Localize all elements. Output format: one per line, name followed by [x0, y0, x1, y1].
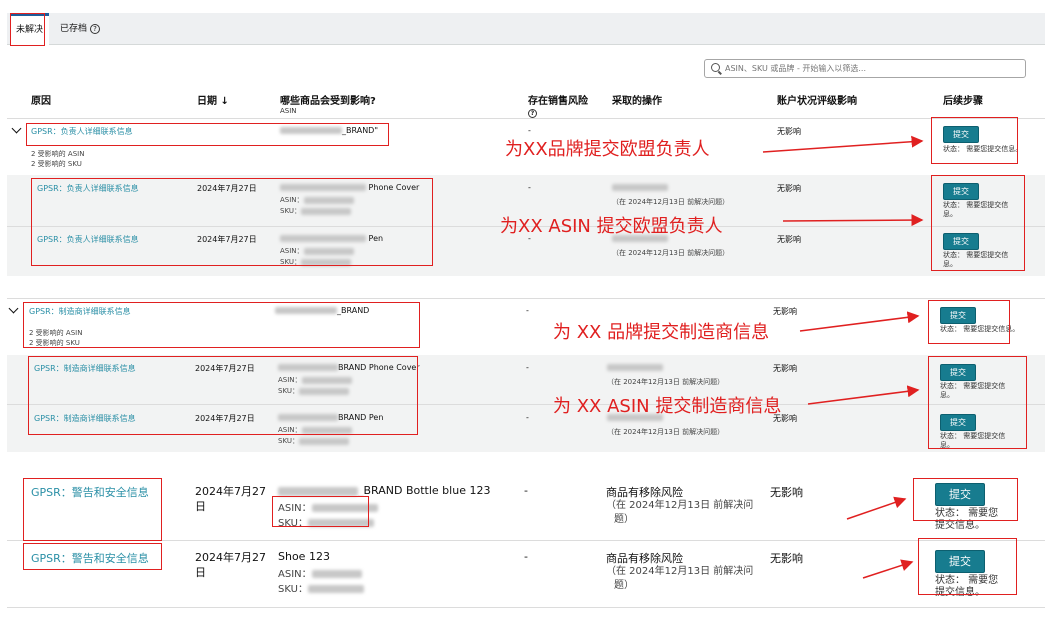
- arrow-icon: [846, 496, 907, 520]
- annotation-arrows: [762, 135, 924, 579]
- arrow-icon: [807, 385, 920, 405]
- arrow-icon: [799, 311, 920, 332]
- arrow-icon: [762, 135, 924, 153]
- arrow-icon: [862, 559, 914, 579]
- arrow-icon: [782, 214, 924, 227]
